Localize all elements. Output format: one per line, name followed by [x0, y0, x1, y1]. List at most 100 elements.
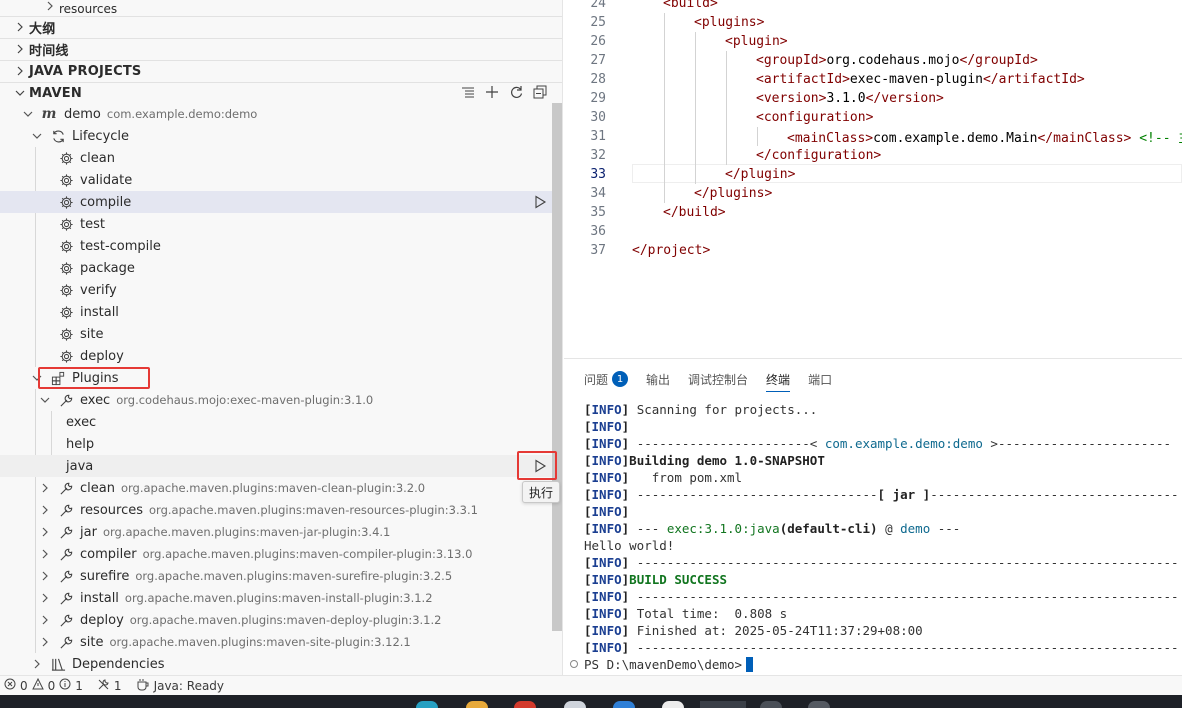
indent-guide — [664, 108, 665, 127]
indent-guide — [664, 13, 665, 32]
tree-item-label: deploy org.apache.maven.plugins:maven-dep… — [80, 613, 441, 628]
wrench-icon — [58, 480, 74, 496]
tree-item-project[interactable]: m demo com.example.demo:demo — [0, 103, 562, 125]
chevron-down-icon — [12, 85, 28, 101]
wrench-icon — [58, 634, 74, 650]
panel-tab-label: 问题 — [584, 372, 609, 387]
tree-item-lifecycle[interactable]: Lifecycle — [0, 125, 562, 147]
panel-tab-label: 调试控制台 — [688, 372, 749, 387]
tree-item-plugin-jar[interactable]: jar org.apache.maven.plugins:maven-jar-pl… — [0, 521, 562, 543]
line-number: 35 — [590, 205, 606, 220]
taskbar-app-icon[interactable] — [466, 701, 488, 708]
run-phase-button[interactable] — [531, 193, 549, 211]
terminal-line: [INFO] --------------------------------[… — [584, 487, 1179, 502]
gear-icon — [58, 260, 74, 276]
taskbar-active-app[interactable] — [700, 701, 746, 708]
tree-item-plugin-exec[interactable]: exec org.codehaus.mojo:exec-maven-plugin:… — [0, 389, 562, 411]
tree-item-plugin-install[interactable]: install org.apache.maven.plugins:maven-in… — [0, 587, 562, 609]
plugin-name: resources — [80, 502, 144, 518]
taskbar-app-icon[interactable] — [760, 701, 782, 708]
tree-item-plugin-deploy[interactable]: deploy org.apache.maven.plugins:maven-dep… — [0, 609, 562, 631]
sidebar-scrollbar[interactable] — [552, 103, 562, 631]
annotation-box-run — [517, 451, 557, 480]
terminal-line: [INFO] — [584, 504, 630, 519]
section-timeline[interactable]: 时间线 — [0, 38, 562, 60]
tree-item-plugin-site[interactable]: site org.apache.maven.plugins:maven-site-… — [0, 631, 562, 653]
indent-guide — [726, 108, 727, 127]
ports-count: 1 — [113, 678, 122, 693]
terminal-line: [INFO] — [584, 419, 630, 434]
refresh-icon[interactable] — [508, 84, 524, 100]
code-text: </configuration> — [756, 148, 882, 163]
tree-item-goal-help[interactable]: help — [0, 433, 562, 455]
plugin-coordinates: org.apache.maven.plugins:maven-compiler-… — [142, 546, 473, 561]
gear-icon — [58, 216, 74, 232]
tree-item-plugin-surefire[interactable]: surefire org.apache.maven.plugins:maven-s… — [0, 565, 562, 587]
panel-tab-2[interactable]: 调试控制台 — [688, 369, 748, 389]
java-status-label: Java: Ready — [153, 678, 225, 693]
panel-tab-0[interactable]: 问题 1 — [584, 369, 629, 389]
os-taskbar — [0, 695, 1182, 708]
lifecycle-phase-deploy[interactable]: deploy — [0, 345, 562, 367]
code-line: 32 </configuration> — [564, 146, 1182, 165]
indent-guide — [664, 32, 665, 51]
plugin-name: jar — [80, 524, 97, 540]
ports-status[interactable]: 1 — [97, 678, 122, 694]
wrench-icon — [58, 590, 74, 606]
indent-guide — [757, 127, 758, 146]
taskbar-app-icon[interactable] — [514, 701, 536, 708]
gear-icon — [58, 172, 74, 188]
tree-item-goal-exec[interactable]: exec — [0, 411, 562, 433]
terminal-cursor — [746, 657, 754, 672]
tree-item-label: compiler org.apache.maven.plugins:maven-c… — [80, 547, 472, 562]
panel-tab-1[interactable]: 输出 — [646, 369, 670, 389]
indent-guide — [664, 89, 665, 108]
section-outline[interactable]: 大纲 — [0, 16, 562, 38]
tree-item-label: resources — [59, 2, 118, 16]
tree-item-plugin-resources[interactable]: resources org.apache.maven.plugins:maven-… — [0, 499, 562, 521]
lifecycle-phase-clean[interactable]: clean — [0, 147, 562, 169]
lifecycle-phase-site[interactable]: site — [0, 323, 562, 345]
terminal-line: [INFO] --- exec:3.1.0:java (default-cli)… — [584, 521, 961, 536]
code-editor[interactable]: 24 <build> 25 <plugins> 26 <plugin> 27 <groupId… — [564, 0, 1182, 358]
terminal-line: [INFO] from pom.xml — [584, 470, 743, 485]
taskbar-app-icon[interactable] — [662, 701, 684, 708]
tree-item-plugin-compiler[interactable]: compiler org.apache.maven.plugins:maven-c… — [0, 543, 562, 565]
line-number: 26 — [590, 34, 606, 49]
panel-tab-label: 端口 — [808, 372, 833, 387]
lifecycle-phase-verify[interactable]: verify — [0, 279, 562, 301]
java-status[interactable]: Java: Ready — [136, 678, 224, 694]
lifecycle-phase-package[interactable]: package — [0, 257, 562, 279]
wrench-icon — [58, 568, 74, 584]
taskbar-app-icon[interactable] — [564, 701, 586, 708]
tree-item-dependencies[interactable]: Dependencies — [0, 653, 562, 675]
panel-tab-4[interactable]: 端口 — [808, 369, 832, 389]
panel-tab-3[interactable]: 终端 — [766, 369, 791, 392]
code-text: </plugin> — [725, 167, 796, 182]
add-icon[interactable] — [484, 84, 500, 100]
tree-item-resources[interactable]: resources — [0, 0, 562, 16]
code-line: 26 <plugin> — [564, 32, 1182, 51]
tree-item-plugin-clean[interactable]: clean org.apache.maven.plugins:maven-clea… — [0, 477, 562, 499]
taskbar-app-icon[interactable] — [613, 701, 635, 708]
panel-tab-label: 输出 — [646, 372, 671, 387]
problems-status[interactable]: 0 0 1 — [4, 677, 83, 693]
list-flat-icon[interactable] — [460, 84, 476, 100]
annotation-box-plugins — [38, 367, 150, 389]
taskbar-app-icon[interactable] — [808, 701, 830, 708]
terminal-line: [INFO] -----------------------< com.exam… — [584, 436, 1172, 451]
taskbar-app-icon[interactable] — [416, 701, 438, 708]
plugin-coordinates: org.apache.maven.plugins:maven-clean-plu… — [120, 480, 426, 495]
collapse-all-icon[interactable] — [532, 84, 548, 100]
lifecycle-phase-test-compile[interactable]: test-compile — [0, 235, 562, 257]
chevron-down-icon — [29, 128, 45, 144]
lifecycle-phase-validate[interactable]: validate — [0, 169, 562, 191]
terminal-command-decoration[interactable] — [570, 660, 578, 668]
lifecycle-phase-compile[interactable]: compile — [0, 191, 562, 213]
section-java-projects[interactable]: JAVA PROJECTS — [0, 60, 562, 82]
line-number: 27 — [590, 53, 606, 68]
lifecycle-phase-test[interactable]: test — [0, 213, 562, 235]
goal-label: exec — [66, 414, 97, 430]
lifecycle-phase-install[interactable]: install — [0, 301, 562, 323]
tree-item-goal-java[interactable]: java — [0, 455, 562, 477]
